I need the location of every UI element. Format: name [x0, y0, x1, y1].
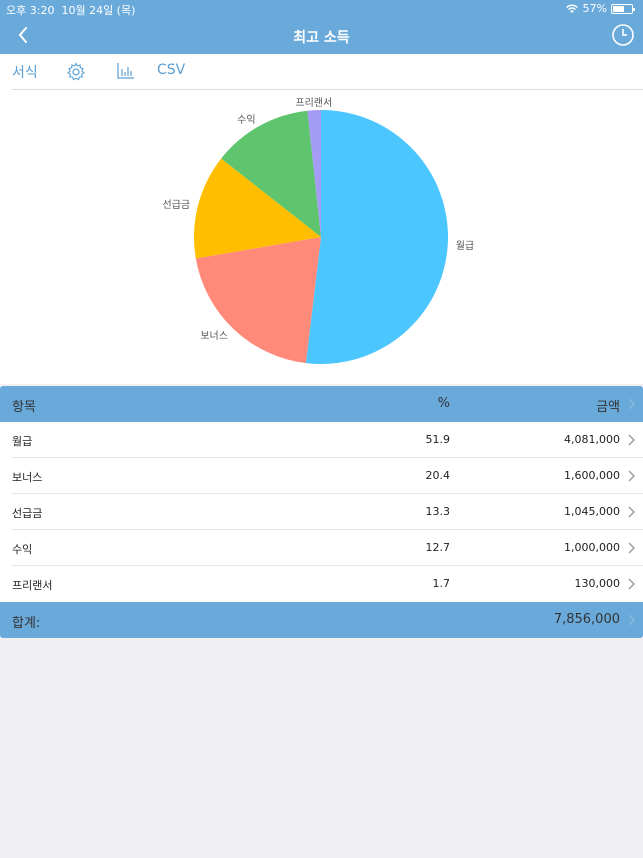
row-percent: 20.4 — [425, 469, 451, 482]
nav-bar: 최고 소득 — [0, 18, 643, 54]
table-row[interactable]: 월급 51.9 4,081,000 — [0, 422, 643, 458]
battery-icon — [611, 3, 635, 14]
pie-slice-1 — [305, 110, 448, 364]
table-row[interactable]: 수익 12.7 1,000,000 — [0, 530, 643, 566]
chevron-right-icon — [628, 470, 635, 482]
table-row[interactable]: 보너스 20.4 1,600,000 — [0, 458, 643, 494]
income-table: 항목 % 금액 월급 51.9 4,081,000 보너스 20.4 1,600… — [0, 386, 643, 638]
csv-button[interactable]: CSV — [157, 62, 185, 78]
row-percent: 12.7 — [425, 541, 451, 554]
chart-card: 서식 CSV 월급보너스 선급금 수익 프리랜서 — [0, 54, 643, 384]
chevron-right-icon — [628, 578, 635, 590]
row-amount: 1,600,000 — [564, 469, 620, 482]
pie-label-3: 선급금 — [163, 199, 191, 211]
table-header: 항목 % 금액 — [0, 386, 643, 422]
gear-icon[interactable] — [66, 62, 86, 82]
status-date-text: 10월 24일 (목) — [61, 4, 136, 17]
wifi-icon — [565, 4, 578, 13]
chevron-right-icon — [628, 398, 635, 410]
row-item: 월급 — [12, 435, 33, 448]
status-time-text: 오후 3:20 — [6, 4, 55, 17]
status-time: 오후 3:20 10월 24일 (목) — [6, 2, 135, 18]
pie-label-1: 월급 — [456, 240, 474, 252]
row-item: 선급금 — [12, 507, 43, 520]
status-right: 57% — [565, 2, 635, 15]
row-item: 수익 — [12, 543, 33, 556]
row-item: 프리랜서 — [12, 579, 53, 592]
row-amount: 130,000 — [574, 577, 621, 590]
row-percent: 1.7 — [432, 577, 451, 590]
pie-chart: 월급보너스 선급금 수익 프리랜서 — [163, 97, 474, 364]
row-percent: 51.9 — [425, 433, 451, 446]
page-title: 최고 소득 — [293, 30, 350, 46]
total-label: 합계: — [12, 616, 41, 631]
row-amount: 1,000,000 — [564, 541, 620, 554]
bar-chart-icon[interactable] — [117, 62, 135, 80]
row-percent: 13.3 — [425, 505, 451, 518]
table-row[interactable]: 프리랜서 1.7 130,000 — [0, 566, 643, 602]
row-amount: 4,081,000 — [564, 433, 620, 446]
row-amount: 1,045,000 — [564, 505, 620, 518]
chevron-right-icon — [628, 542, 635, 554]
pie-label-4: 수익 — [237, 114, 255, 126]
format-button[interactable]: 서식 — [12, 62, 38, 82]
chevron-right-icon — [628, 506, 635, 518]
header-item: 항목 — [12, 400, 36, 415]
pie-label-2: 보너스 — [200, 330, 228, 342]
table-row[interactable]: 선급금 13.3 1,045,000 — [0, 494, 643, 530]
header-amount[interactable]: 금액 — [596, 396, 620, 415]
status-bar: 오후 3:20 10월 24일 (목) 57% — [0, 0, 643, 18]
pie-label-5: 프리랜서 — [295, 97, 332, 109]
toolbar: 서식 CSV — [0, 54, 643, 90]
pie-slice-2 — [195, 237, 321, 364]
chevron-right-icon — [628, 614, 635, 626]
battery-percent: 57% — [582, 2, 607, 15]
row-item: 보너스 — [12, 471, 43, 484]
header-percent: % — [437, 396, 450, 411]
total-amount: 7,856,000 — [553, 612, 620, 627]
clock-icon[interactable] — [611, 23, 635, 47]
table-total-row[interactable]: 합계: 7,856,000 — [0, 602, 643, 638]
chevron-right-icon — [628, 434, 635, 446]
